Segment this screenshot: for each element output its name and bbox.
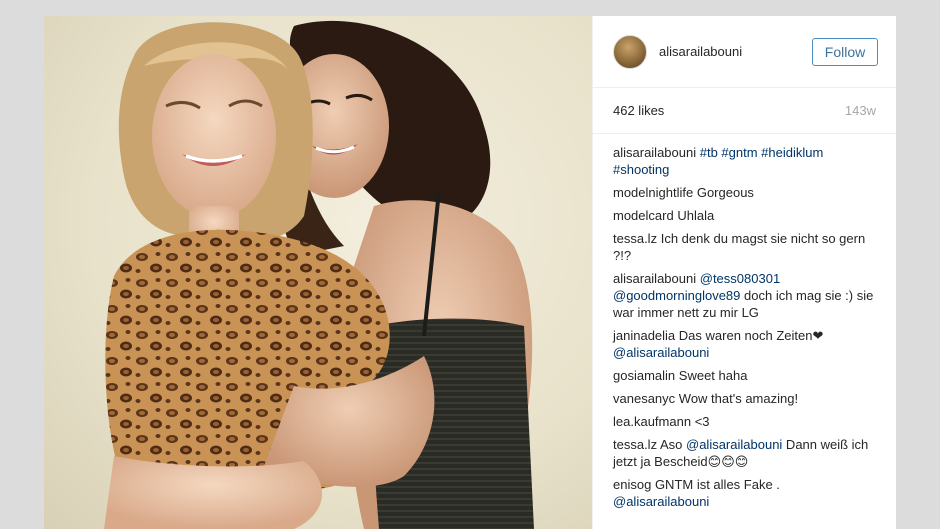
comment-username[interactable]: vanesanyc [613,391,675,406]
comment-item: vanesanyc Wow that's amazing! [613,390,876,407]
comment-item: modelcard Uhlala [613,207,876,224]
comment-item: enisog GNTM ist alles Fake . @alisaraila… [613,476,876,510]
comment-item: modelnightlife Gorgeous [613,184,876,201]
comment-item: alisarailabouni @tess080301 @goodmorning… [613,270,876,321]
comment-mention-link[interactable]: @alisarailabouni [613,494,709,509]
post-stats: 462 likes 143w [593,88,896,134]
comment-username[interactable]: janinadelia [613,328,675,343]
comment-username[interactable]: lea.kaufmann [613,414,691,429]
comment-username[interactable]: alisarailabouni [613,145,696,160]
comment-text: GNTM ist alles Fake . [654,477,780,492]
comment-mention-link[interactable]: @alisarailabouni [686,437,782,452]
comment-item: tessa.lz Ich denk du magst sie nicht so … [613,230,876,264]
comment-item: lea.kaufmann <3 [613,413,876,430]
comment-text: Das waren noch Zeiten❤ [678,328,824,343]
likes-count[interactable]: 462 likes [613,103,664,118]
comment-username[interactable]: alisarailabouni [613,271,696,286]
comment-item: alisarailabouni #tb #gntm #heidiklum #sh… [613,144,876,178]
comment-mention-link[interactable]: @alisarailabouni [613,345,709,360]
instagram-post-card: alisarailabouni Follow 462 likes 143w al… [44,16,896,529]
post-header: alisarailabouni Follow [593,16,896,88]
comment-text: Gorgeous [696,185,754,200]
comment-text: Uhlala [677,208,715,223]
comment-text: Wow that's amazing! [678,391,799,406]
comment-username[interactable]: tessa.lz [613,231,657,246]
comment-list: alisarailabouni #tb #gntm #heidiklum #sh… [593,134,896,510]
comment-text: Aso [659,437,686,452]
comment-username[interactable]: enisog [613,477,651,492]
comment-item: janinadelia Das waren noch Zeiten❤ @alis… [613,327,876,361]
post-sidebar: alisarailabouni Follow 462 likes 143w al… [592,16,896,529]
comment-username[interactable]: modelnightlife [613,185,693,200]
post-username[interactable]: alisarailabouni [659,44,812,59]
photo-illustration [104,20,534,529]
comment-item: tessa.lz Aso @alisarailabouni Dann weiß … [613,436,876,470]
comment-username[interactable]: tessa.lz [613,437,657,452]
post-age[interactable]: 143w [845,103,876,118]
comment-text: <3 [694,414,710,429]
comment-text: Sweet haha [678,368,748,383]
avatar[interactable] [613,34,647,69]
comment-username[interactable]: gosiamalin [613,368,675,383]
comment-username[interactable]: modelcard [613,208,674,223]
comment-item: gosiamalin Sweet haha [613,367,876,384]
post-photo[interactable] [44,16,592,529]
follow-button[interactable]: Follow [812,37,878,66]
